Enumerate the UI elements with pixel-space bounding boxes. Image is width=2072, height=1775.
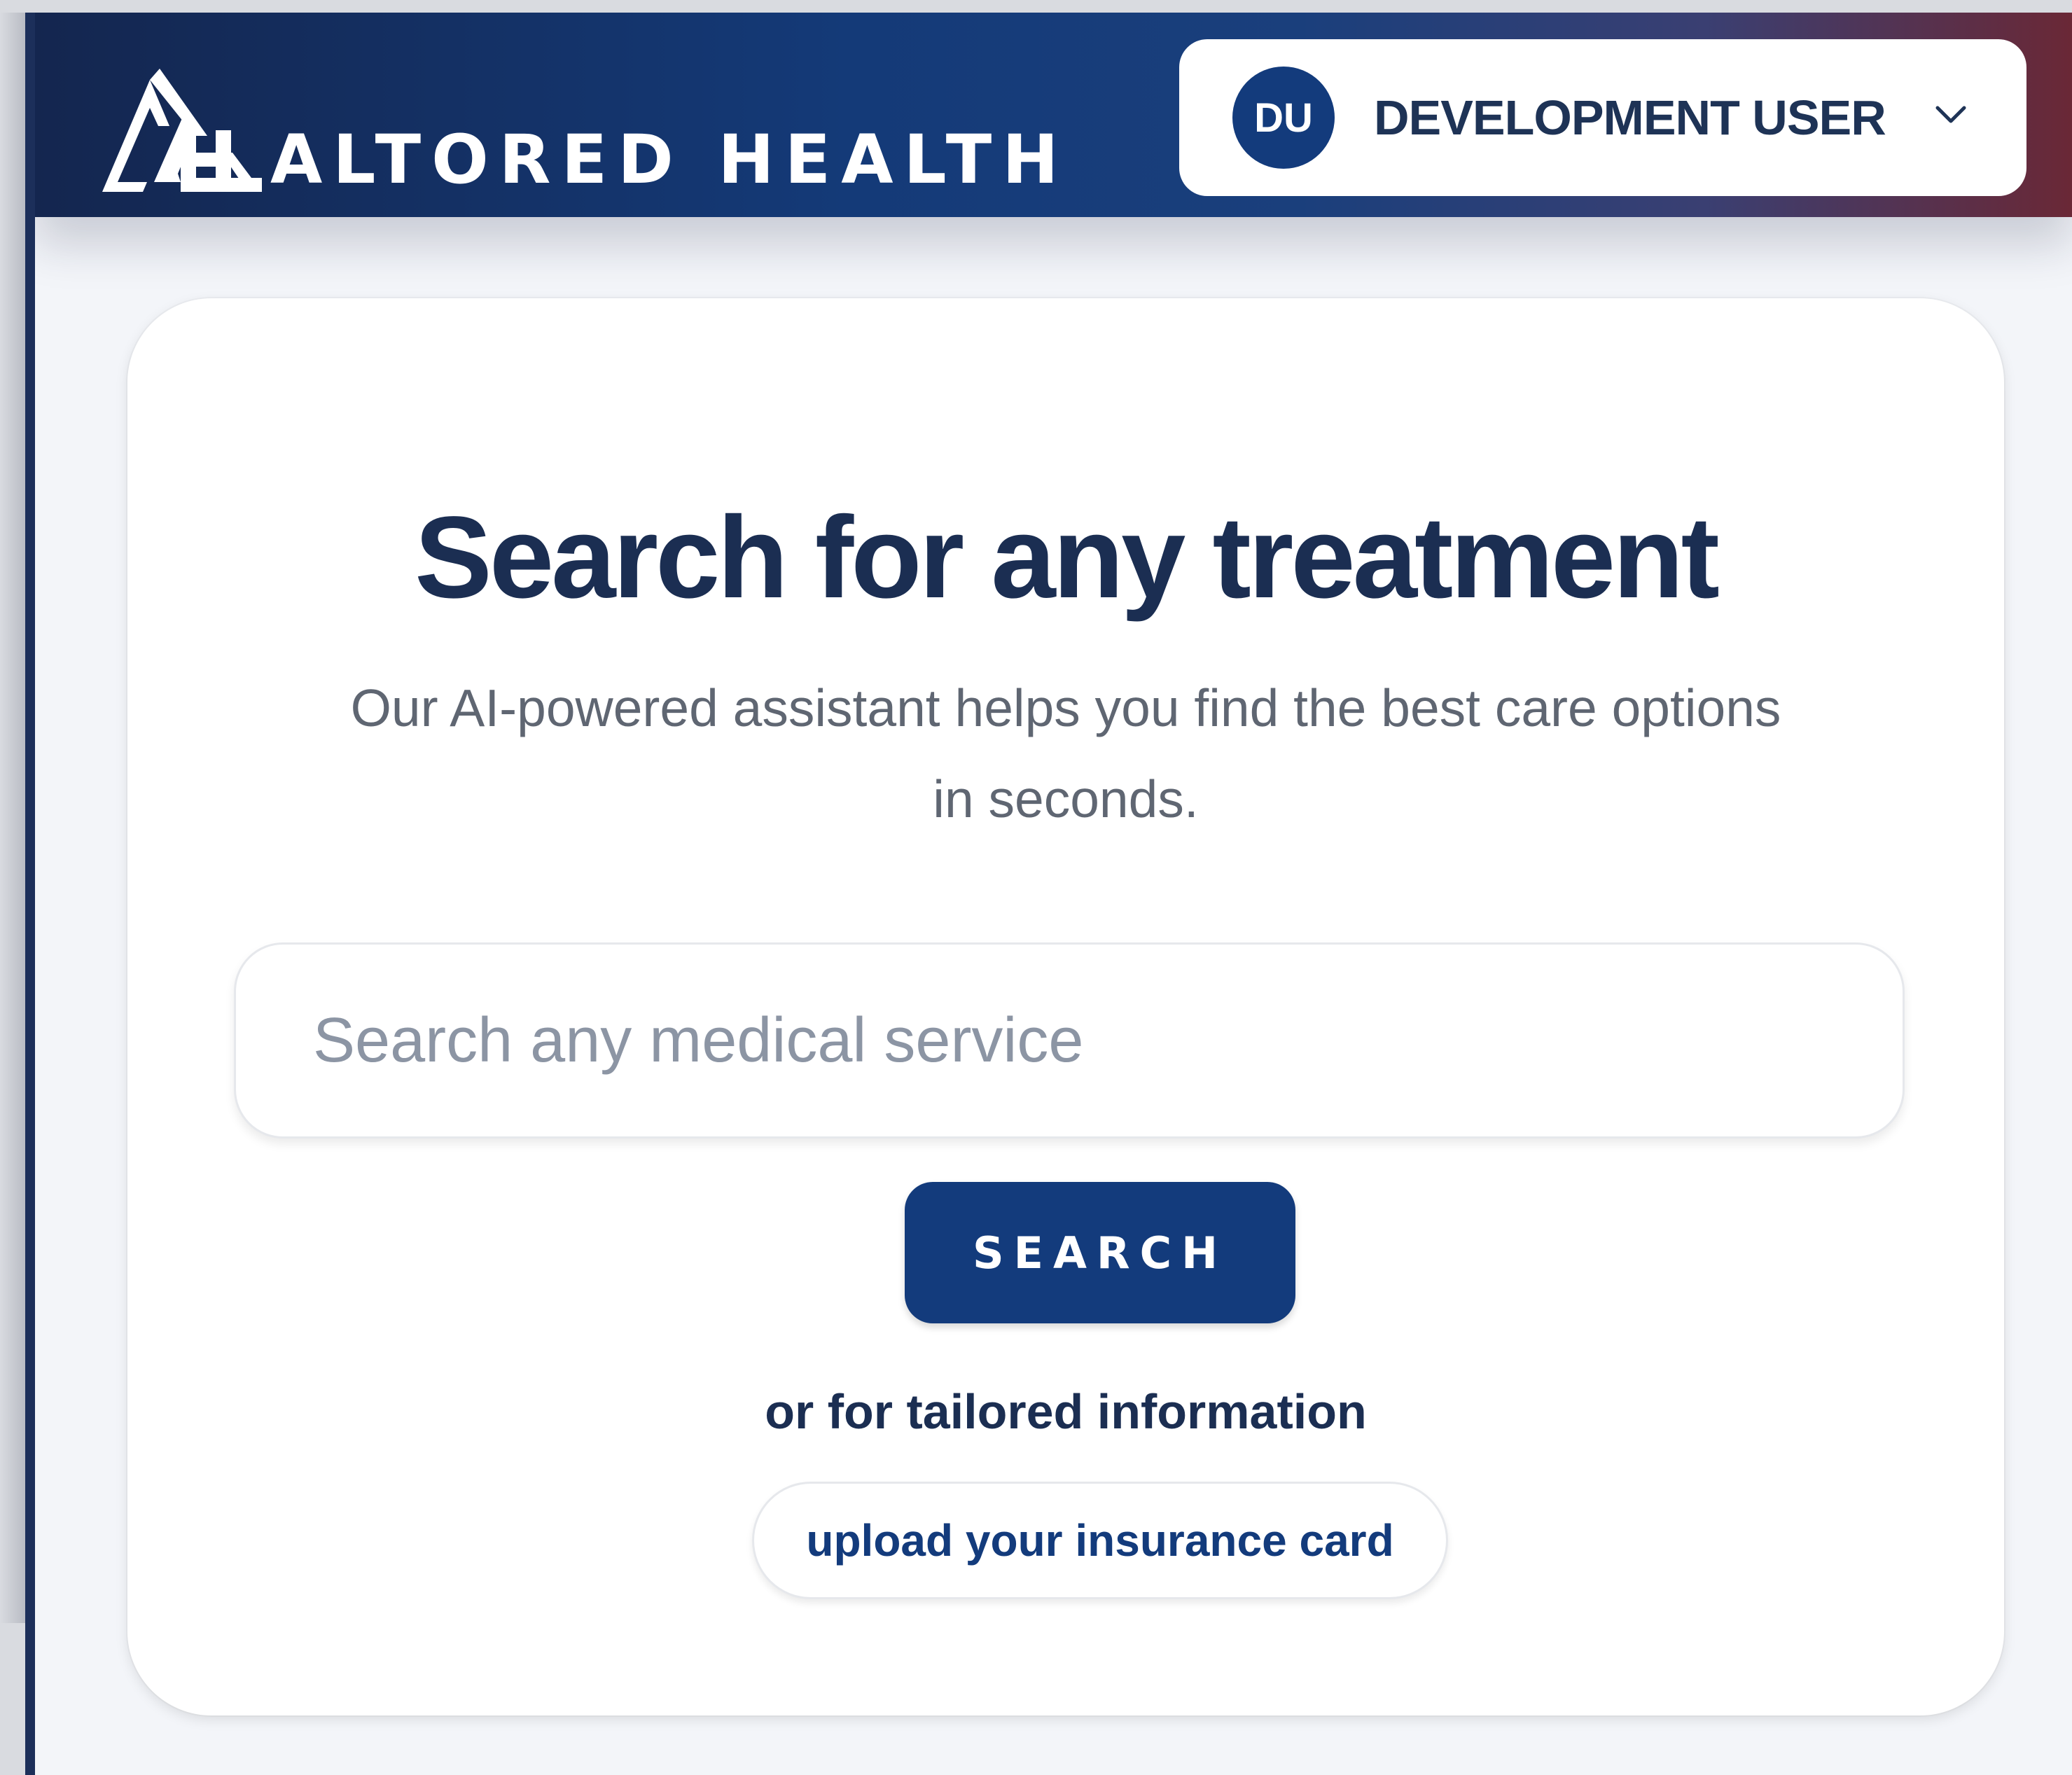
user-name: DEVELOPMENT USER [1374, 90, 1886, 145]
page-subtitle: Our AI-powered assistant helps you find … [350, 678, 1781, 828]
top-header: ALTORED HEALTH DU DEVELOPMENT USER [35, 13, 2072, 217]
user-initials: DU [1254, 95, 1313, 141]
chevron-down-icon[interactable] [1935, 105, 1966, 125]
alternative-option-text: or for tailored information [765, 1384, 1367, 1439]
search-button[interactable]: SEARCH [905, 1182, 1295, 1323]
medical-service-search-input[interactable] [234, 942, 1905, 1139]
brand-logo[interactable]: ALTORED HEALTH [102, 55, 1069, 195]
user-menu-button[interactable]: DU DEVELOPMENT USER [1179, 39, 2026, 196]
app-window: ALTORED HEALTH DU DEVELOPMENT USER Searc… [25, 13, 2072, 1775]
altored-health-logo-icon [102, 69, 262, 192]
search-card: Search for any treatment Our AI-powered … [127, 298, 2004, 1715]
window-side-shadow [0, 13, 25, 1623]
upload-insurance-card-button[interactable]: upload your insurance card [752, 1482, 1448, 1599]
user-avatar: DU [1232, 67, 1335, 169]
brand-name: ALTORED HEALTH [270, 120, 1069, 199]
page-title: Search for any treatment [415, 493, 1720, 622]
